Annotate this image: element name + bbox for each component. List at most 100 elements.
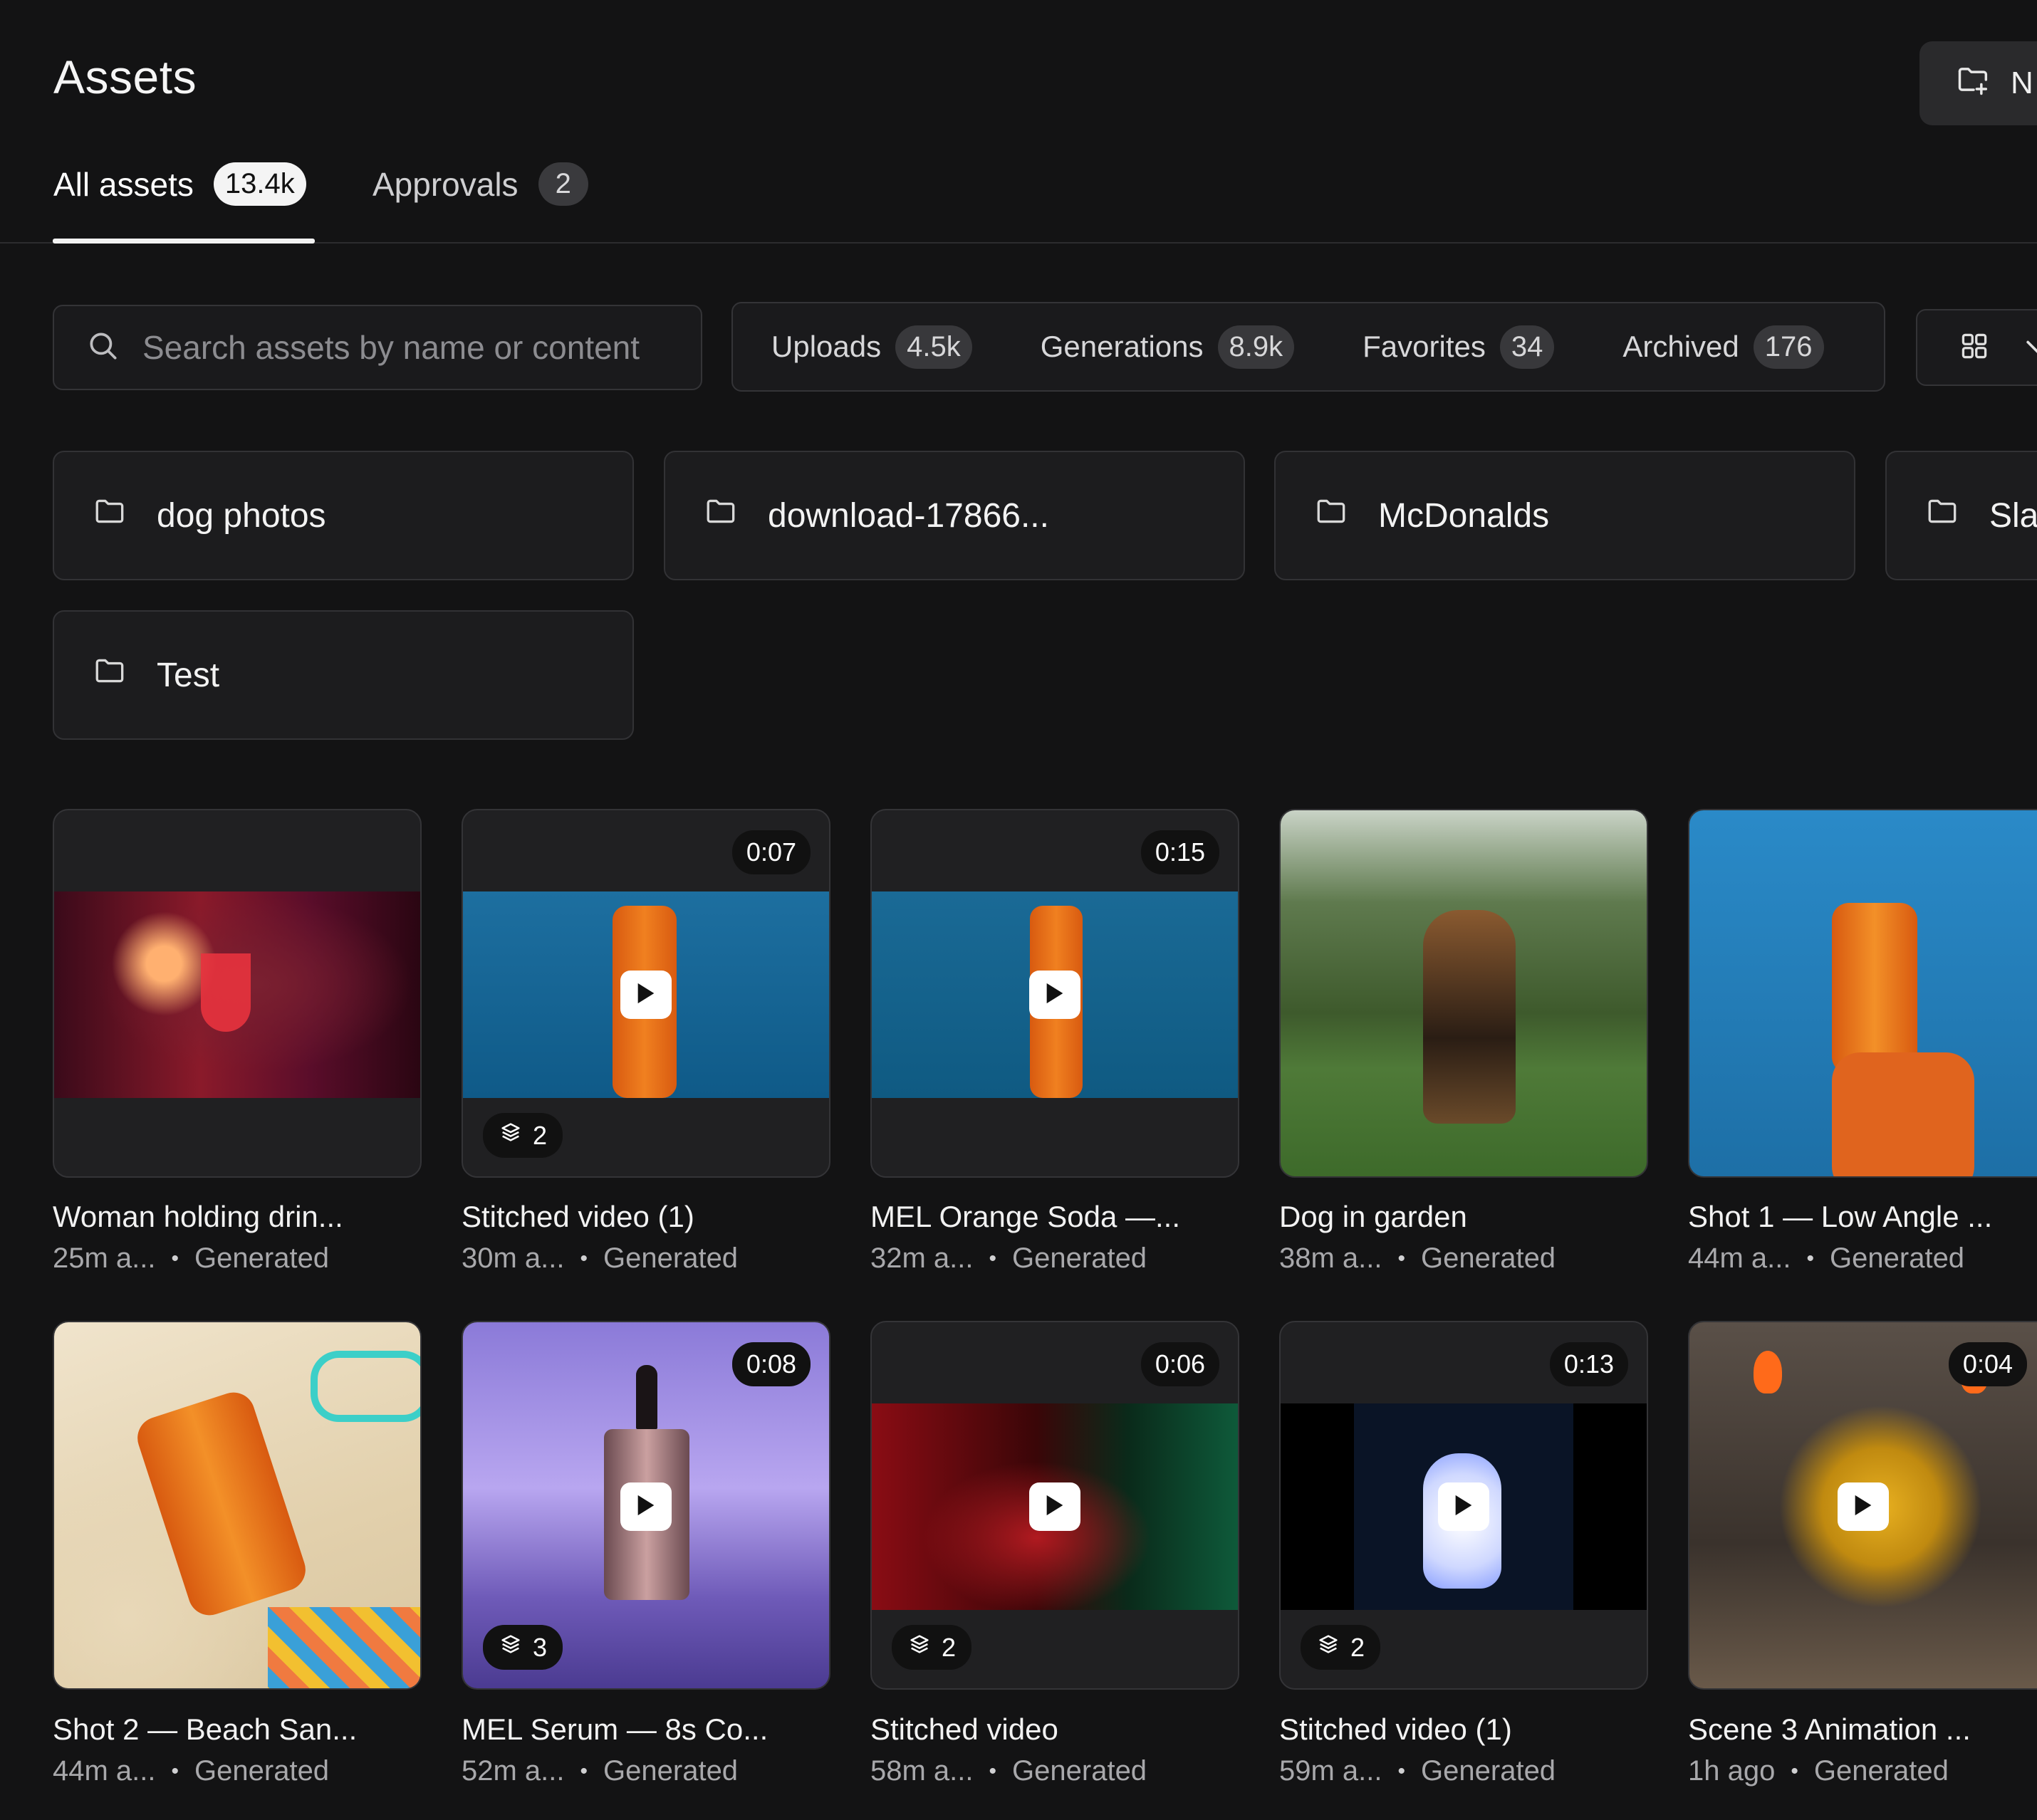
asset-meta: 25m a... • Generated xyxy=(53,1243,329,1275)
asset-source: Generated xyxy=(1830,1243,1965,1274)
meta-separator: • xyxy=(1806,1246,1815,1270)
asset-card[interactable]: 0:13 2 xyxy=(1279,1321,1648,1690)
dog-shape xyxy=(1423,910,1516,1124)
meta-separator: • xyxy=(580,1759,588,1783)
asset-card[interactable]: 0:04 xyxy=(1688,1321,2037,1690)
asset-card[interactable]: 0:15 xyxy=(870,809,1239,1178)
folder-name: dog photos xyxy=(157,496,326,535)
grid-icon xyxy=(1959,330,1990,365)
asset-title: Stitched video xyxy=(870,1712,1058,1746)
meta-separator: • xyxy=(171,1246,179,1270)
play-button[interactable] xyxy=(1838,1482,1889,1531)
stack-count: 2 xyxy=(1350,1632,1365,1662)
asset-title: Shot 1 — Low Angle ... xyxy=(1688,1200,1993,1233)
filter-favorites[interactable]: Favorites 34 xyxy=(1363,325,1555,369)
asset-thumbnail xyxy=(1281,1403,1647,1610)
asset-thumbnail xyxy=(54,891,420,1098)
tab-all-assets[interactable]: All assets 13.4k xyxy=(53,162,306,206)
asset-meta: 44m a... • Generated xyxy=(1688,1243,1964,1275)
asset-card[interactable] xyxy=(53,809,422,1178)
asset-card[interactable] xyxy=(1688,809,2037,1178)
asset-meta: 38m a... • Generated xyxy=(1279,1243,1556,1275)
soda-can-shape xyxy=(1832,903,1917,1074)
asset-source: Generated xyxy=(1012,1243,1147,1274)
stack-count-badge: 2 xyxy=(892,1625,972,1670)
asset-time: 25m a... xyxy=(53,1243,156,1274)
asset-time: 44m a... xyxy=(1688,1243,1791,1274)
asset-thumbnail xyxy=(872,891,1238,1098)
asset-card[interactable]: 0:07 2 xyxy=(462,809,830,1178)
play-button[interactable] xyxy=(620,1482,672,1531)
asset-time: 59m a... xyxy=(1279,1755,1382,1787)
play-button[interactable] xyxy=(1029,1482,1080,1531)
folder-card[interactable]: McDonalds xyxy=(1274,451,1855,580)
folder-card[interactable]: download-17866... xyxy=(664,451,1245,580)
play-button[interactable] xyxy=(620,971,672,1019)
asset-title: MEL Orange Soda —... xyxy=(870,1200,1180,1233)
folder-icon xyxy=(93,493,128,538)
new-folder-label: N xyxy=(2011,66,2033,100)
new-folder-button[interactable]: N xyxy=(1919,41,2037,125)
folder-card[interactable]: Sla xyxy=(1885,451,2037,580)
chevron-down-icon xyxy=(2021,330,2037,365)
tab-approvals[interactable]: Approvals 2 xyxy=(373,162,588,206)
asset-source: Generated xyxy=(194,1243,330,1274)
asset-time: 44m a... xyxy=(53,1755,156,1787)
asset-title: Dog in garden xyxy=(1279,1200,1467,1233)
filter-archived[interactable]: Archived 176 xyxy=(1622,325,1824,369)
filter-bar: Uploads 4.5k Generations 8.9k Favorites … xyxy=(731,302,1885,392)
folder-name: download-17866... xyxy=(768,496,1049,535)
soda-can-shape xyxy=(132,1386,311,1621)
duration-badge: 0:08 xyxy=(731,1342,811,1386)
filter-generations[interactable]: Generations 8.9k xyxy=(1041,325,1295,369)
stack-count: 3 xyxy=(533,1632,548,1662)
layers-icon xyxy=(499,1120,523,1151)
search-input[interactable] xyxy=(141,328,685,367)
play-icon xyxy=(1044,1493,1066,1521)
asset-time: 52m a... xyxy=(462,1755,565,1787)
tab-count-badge: 2 xyxy=(538,162,588,206)
flame-shape xyxy=(1754,1351,1782,1393)
play-icon xyxy=(1044,981,1066,1009)
asset-source: Generated xyxy=(194,1755,330,1787)
search-box[interactable] xyxy=(53,305,702,390)
filter-uploads[interactable]: Uploads 4.5k xyxy=(771,325,972,369)
asset-title: Scene 3 Animation ... xyxy=(1688,1712,1971,1746)
filter-count: 8.9k xyxy=(1217,325,1295,369)
dropper-shape xyxy=(636,1365,657,1429)
folder-card[interactable]: Test xyxy=(53,610,634,740)
asset-thumbnail xyxy=(54,1322,420,1688)
asset-meta: 32m a... • Generated xyxy=(870,1243,1147,1275)
asset-thumbnail xyxy=(1689,810,2037,1176)
view-mode-dropdown[interactable] xyxy=(1916,309,2037,386)
asset-card[interactable] xyxy=(53,1321,422,1690)
asset-card[interactable] xyxy=(1279,809,1648,1178)
layers-icon xyxy=(907,1632,932,1663)
play-icon xyxy=(635,1493,657,1521)
folder-name: McDonalds xyxy=(1378,496,1550,535)
asset-meta: 44m a... • Generated xyxy=(53,1755,329,1787)
folder-icon xyxy=(1925,493,1961,538)
asset-card[interactable]: 0:06 2 xyxy=(870,1321,1239,1690)
sleeve-shape xyxy=(1832,1052,1974,1176)
asset-card[interactable]: 0:08 3 xyxy=(462,1321,830,1690)
asset-meta: 52m a... • Generated xyxy=(462,1755,738,1787)
asset-meta: 58m a... • Generated xyxy=(870,1755,1147,1787)
filter-label: Uploads xyxy=(771,330,882,363)
stack-count-badge: 2 xyxy=(483,1113,563,1158)
asset-thumbnail xyxy=(1281,810,1647,1176)
play-button[interactable] xyxy=(1029,971,1080,1019)
duration-badge: 0:15 xyxy=(1140,830,1219,874)
asset-meta: 30m a... • Generated xyxy=(462,1243,738,1275)
duration-badge: 0:07 xyxy=(731,830,811,874)
asset-title: Stitched video (1) xyxy=(462,1200,694,1233)
folder-name: Sla xyxy=(1989,496,2037,535)
asset-source: Generated xyxy=(1421,1243,1556,1274)
folder-name: Test xyxy=(157,656,220,694)
asset-source: Generated xyxy=(1421,1755,1556,1787)
search-icon xyxy=(85,328,121,367)
folder-card[interactable]: dog photos xyxy=(53,451,634,580)
sunglasses-shape xyxy=(311,1351,420,1422)
play-button[interactable] xyxy=(1438,1482,1489,1531)
layers-icon xyxy=(499,1632,523,1663)
